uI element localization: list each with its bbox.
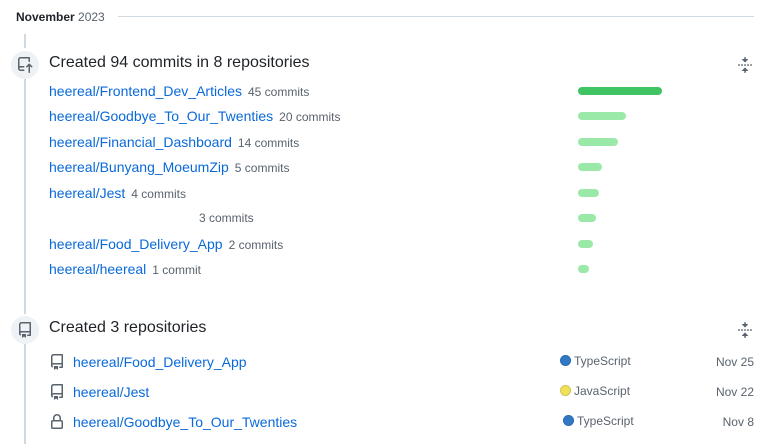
repo-link[interactable]: heereal/Goodbye_To_Our_Twenties (49, 108, 273, 124)
fold-icon[interactable] (737, 322, 753, 338)
language-color-dot (563, 415, 574, 426)
repo-link[interactable]: heereal/Frontend_Dev_Articles (49, 83, 242, 99)
month-year: 2023 (78, 10, 105, 24)
commit-count-link[interactable]: 3 commits (199, 211, 254, 225)
month-label: November 2023 (16, 10, 113, 24)
commits-section-title: Created 94 commits in 8 repositories (49, 54, 310, 71)
timeline-line (24, 78, 26, 314)
language-label: JavaScript (560, 382, 630, 400)
language-label: TypeScript (560, 352, 631, 370)
repo-link[interactable]: heereal/Food_Delivery_App (49, 236, 223, 252)
timeline-line (24, 344, 26, 444)
commit-count-link[interactable]: 14 commits (238, 136, 299, 150)
repo-row: heereal/Goodbye_To_Our_Twenties TypeScri… (49, 411, 754, 433)
repo-icon (49, 354, 65, 370)
commit-bar (578, 189, 599, 197)
language-label: TypeScript (563, 412, 634, 430)
repo-link[interactable]: heereal/Food_Delivery_App (73, 352, 247, 372)
repo-icon (49, 384, 65, 400)
repos-section-title: Created 3 repositories (49, 319, 207, 336)
commit-row: heereal/Financial_Dashboard 14 commits (49, 132, 749, 152)
commit-bar (578, 265, 589, 273)
commit-bar (578, 112, 626, 120)
commit-row: heereal/heereal 1 commit (49, 259, 749, 279)
commit-row: heereal/Food_Delivery_App 2 commits (49, 234, 749, 254)
fold-icon[interactable] (737, 57, 753, 73)
language-color-dot (560, 355, 571, 366)
commit-count-link[interactable]: 45 commits (248, 85, 309, 99)
commit-row: heereal/Bunyang_MoeumZip 5 commits (49, 157, 749, 177)
commit-count-link[interactable]: 1 commit (152, 263, 201, 277)
commit-bar (578, 87, 662, 95)
repo-row: heereal/Food_Delivery_App TypeScript Nov… (49, 351, 754, 373)
repo-link[interactable]: heereal/heereal (49, 261, 146, 277)
repo-date: Nov 22 (715, 385, 754, 399)
commit-row: heereal/Jest 4 commits (49, 183, 749, 203)
repo-link[interactable]: heereal/Goodbye_To_Our_Twenties (73, 412, 297, 432)
commit-count-link[interactable]: 4 commits (131, 187, 186, 201)
commit-count-link[interactable]: 5 commits (235, 161, 290, 175)
commit-count-link[interactable]: 2 commits (229, 238, 284, 252)
repo-date: Nov 25 (715, 355, 754, 369)
repo-push-icon (11, 51, 39, 79)
commit-bar (578, 138, 618, 146)
repo-date: Nov 8 (722, 415, 754, 429)
commit-bar (578, 240, 593, 248)
language-color-dot (560, 385, 571, 396)
timeline-line (24, 34, 26, 48)
month-divider (118, 16, 754, 17)
commit-row: heereal/Frontend_Dev_Articles 45 commits (49, 81, 749, 101)
commit-row: 3 commits (49, 208, 749, 228)
month-header: November 2023 (16, 8, 754, 26)
repo-row: heereal/Jest JavaScript Nov 22 (49, 381, 754, 403)
repo-link[interactable]: heereal/Financial_Dashboard (49, 134, 232, 150)
commit-bar (578, 163, 602, 171)
repo-link[interactable]: heereal/Bunyang_MoeumZip (49, 159, 229, 175)
commit-row: heereal/Goodbye_To_Our_Twenties 20 commit… (49, 106, 749, 126)
commit-count-link[interactable]: 20 commits (279, 110, 340, 124)
repo-link[interactable]: heereal/Jest (73, 382, 149, 402)
month-name: November (16, 10, 75, 24)
lock-icon (49, 414, 65, 430)
commit-bar (578, 214, 596, 222)
repo-icon (11, 316, 39, 344)
repo-link[interactable]: heereal/Jest (49, 185, 125, 201)
